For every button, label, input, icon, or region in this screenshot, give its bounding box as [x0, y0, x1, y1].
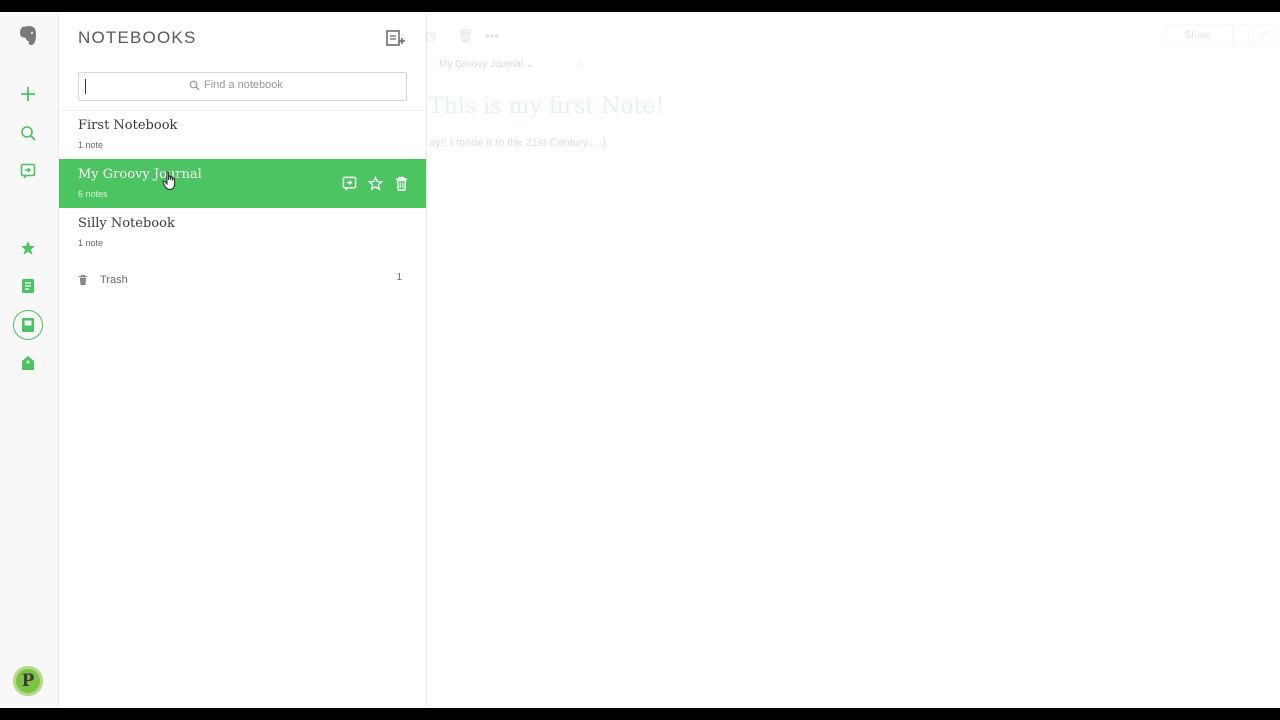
note-notebook-selector[interactable]: My Groovy Journal ⌄: [439, 59, 534, 70]
avatar-letter: P: [21, 671, 35, 691]
notebooks-panel: NOTEBOOKS Find a notebook First Notebook…: [59, 12, 427, 708]
star-icon[interactable]: [367, 175, 384, 192]
text-caret: [85, 79, 86, 94]
share-options-button[interactable]: [1233, 24, 1249, 46]
note-title[interactable]: This is my first Note!: [429, 94, 664, 119]
tag-icon[interactable]: ⌂: [577, 59, 583, 70]
search-icon[interactable]: [14, 119, 42, 147]
notebook-name: First Notebook: [78, 118, 178, 133]
plus-icon[interactable]: [14, 80, 42, 108]
note-notebook-name: My Groovy Journal: [439, 59, 523, 70]
notebook-count: 1 note: [78, 140, 104, 150]
notebook-count: 1 note: [78, 238, 104, 248]
trash-count: 1: [396, 272, 402, 283]
notebook-item[interactable]: First Notebook 1 note: [59, 110, 426, 159]
trash-item[interactable]: Trash 1: [59, 269, 426, 291]
notebook-actions: [341, 175, 410, 192]
note-editor: ◷ 🗑 ••• My Groovy Journal ⌄ ⌂ This is my…: [425, 12, 1280, 708]
new-notebook-icon[interactable]: [386, 29, 408, 49]
trash-icon: [78, 273, 88, 291]
avatar[interactable]: P: [13, 666, 43, 696]
hand-cursor-icon: [162, 171, 178, 196]
note-body[interactable]: ay!! I made it to the 21st Century... :): [429, 137, 606, 149]
notebook-item-selected[interactable]: My Groovy Journal 6 notes: [59, 159, 426, 208]
notebook-item[interactable]: Silly Notebook 1 note: [59, 208, 426, 257]
notebook-name: Silly Notebook: [78, 216, 175, 231]
note-icon[interactable]: [14, 272, 42, 300]
elephant-logo-icon[interactable]: [14, 22, 42, 50]
left-rail: P: [0, 12, 59, 708]
notebook-icon[interactable]: [13, 310, 43, 340]
search-placeholder-text: Find a notebook: [204, 79, 283, 91]
notebook-search-input[interactable]: Find a notebook: [78, 72, 407, 101]
app-window: P NOTEBOOKS Find a notebook First Notebo…: [0, 12, 1280, 708]
work-chat-icon[interactable]: [14, 157, 42, 185]
panel-title: NOTEBOOKS: [78, 28, 197, 47]
work-chat-icon[interactable]: [341, 175, 358, 192]
share-button[interactable]: Share: [1163, 24, 1233, 46]
trash-icon[interactable]: [393, 175, 410, 192]
tag-icon[interactable]: [14, 349, 42, 377]
more-icon[interactable]: •••: [485, 28, 499, 43]
notebook-name: My Groovy Journal: [78, 167, 202, 182]
notebook-count: 6 notes: [78, 189, 108, 199]
trash-icon[interactable]: 🗑: [457, 28, 474, 44]
search-icon: [189, 80, 200, 90]
star-icon[interactable]: [14, 234, 42, 262]
reminder-icon[interactable]: ◷: [425, 28, 436, 44]
expand-icon[interactable]: ⤢: [1252, 24, 1276, 46]
trash-label: Trash: [100, 274, 128, 286]
search-placeholder: Find a notebook: [189, 79, 283, 91]
